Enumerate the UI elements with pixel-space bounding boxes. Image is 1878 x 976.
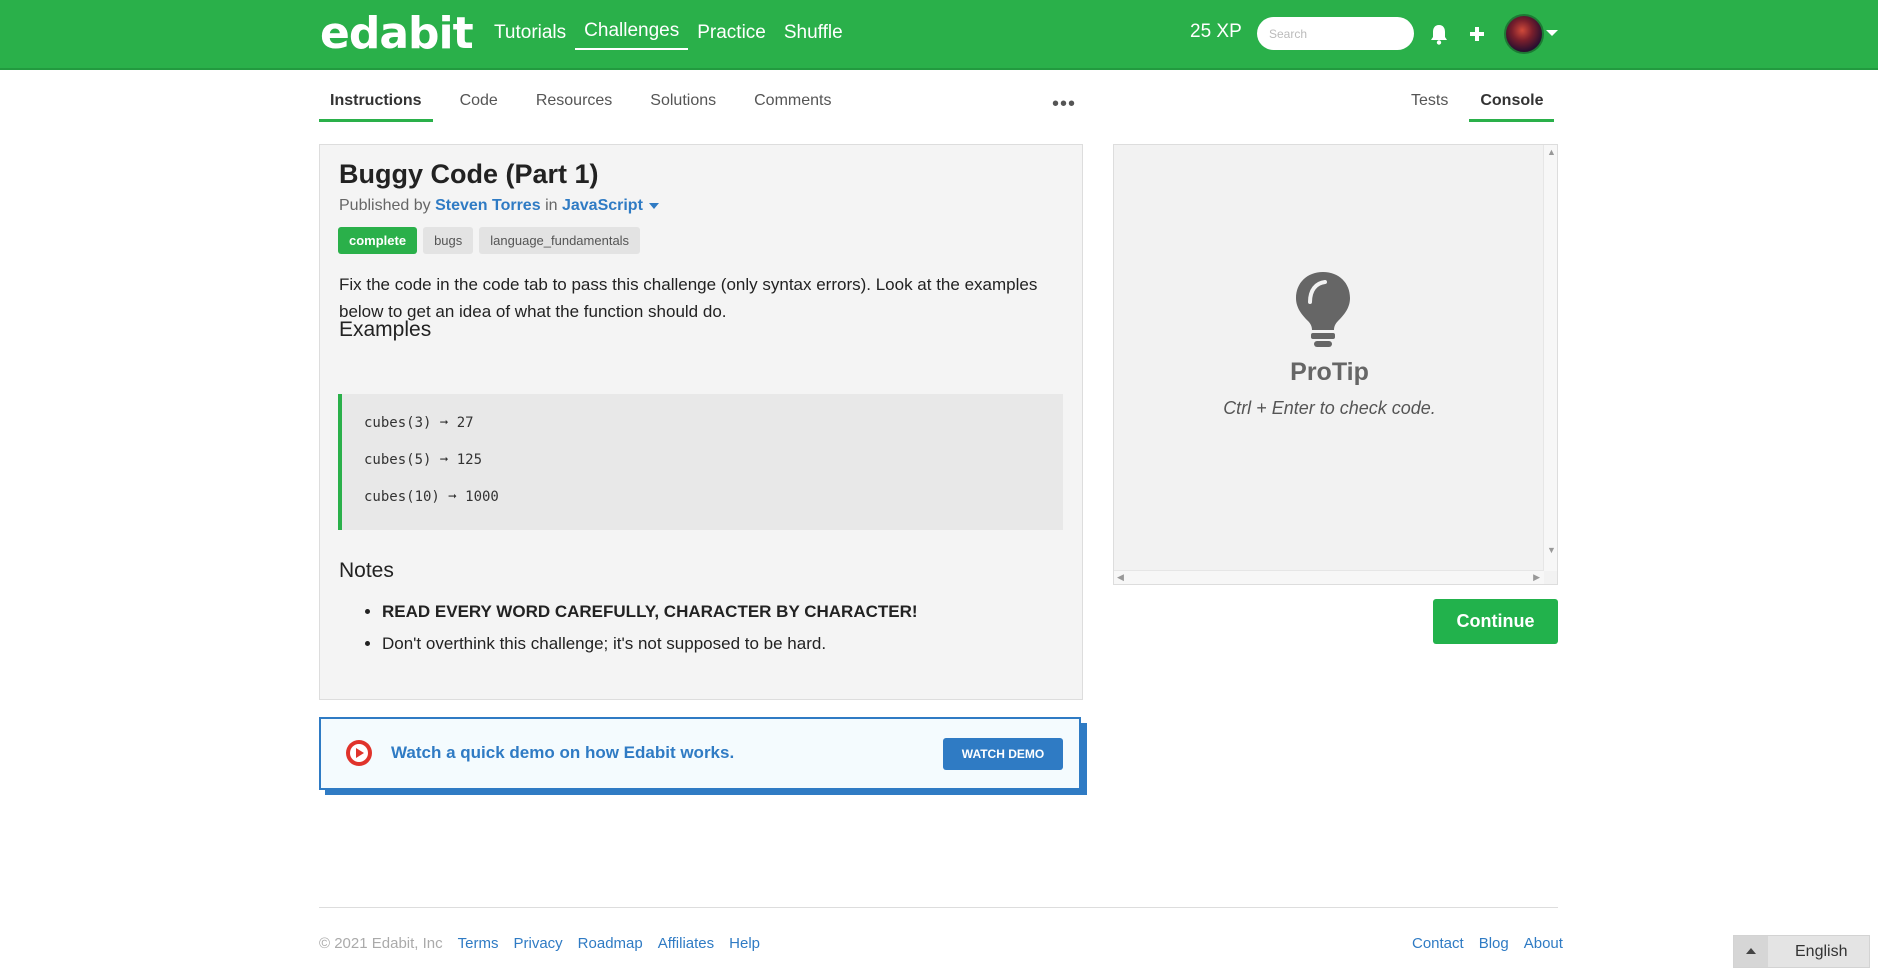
scroll-down-icon[interactable]: ▼	[1547, 545, 1556, 555]
tab-code[interactable]: Code	[449, 86, 509, 122]
published-by-label: Published by	[339, 197, 431, 214]
examples-code-block: cubes(3) ➞ 27 cubes(5) ➞ 125 cubes(10) ➞…	[338, 394, 1063, 530]
top-navbar: edabit Tutorials Challenges Practice Shu…	[0, 0, 1878, 70]
footer-link-terms[interactable]: Terms	[458, 935, 499, 952]
more-options-icon[interactable]: •••	[1052, 93, 1076, 116]
footer-left: © 2021 Edabit, Inc Terms Privacy Roadmap…	[319, 935, 775, 952]
notes-list: READ EVERY WORD CAREFULLY, CHARACTER BY …	[382, 602, 918, 666]
example-line: cubes(10) ➞ 1000	[364, 489, 499, 505]
console-panel: ▲ ▼ ◀ ▶ ProTip Ctrl + Enter to check cod…	[1113, 144, 1558, 585]
language-label: English	[1795, 943, 1848, 960]
chevron-down-icon[interactable]	[1546, 30, 1558, 36]
instructions-panel: Buggy Code (Part 1) Published by Steven …	[319, 144, 1083, 700]
tab-tests[interactable]: Tests	[1400, 86, 1459, 122]
publisher-line: Published by Steven Torres in JavaScript	[339, 197, 659, 215]
tab-solutions[interactable]: Solutions	[639, 86, 727, 122]
watch-demo-button[interactable]: WATCH DEMO	[943, 738, 1063, 770]
tag-language-fundamentals[interactable]: language_fundamentals	[479, 227, 641, 254]
footer-link-affiliates[interactable]: Affiliates	[658, 935, 714, 952]
language-link[interactable]: JavaScript	[562, 197, 643, 214]
examples-heading: Examples	[339, 318, 432, 341]
main-nav: Tutorials Challenges Practice Shuffle	[485, 0, 852, 70]
caret-down-icon[interactable]	[648, 202, 659, 209]
right-tabs: Tests Console	[1400, 86, 1564, 122]
nav-challenges[interactable]: Challenges	[575, 0, 689, 50]
language-selector[interactable]: English	[1733, 935, 1870, 968]
caret-up-icon[interactable]	[1734, 936, 1768, 967]
user-avatar[interactable]	[1504, 14, 1544, 54]
footer-link-help[interactable]: Help	[729, 935, 760, 952]
tag-complete[interactable]: complete	[338, 227, 418, 254]
note-item: READ EVERY WORD CAREFULLY, CHARACTER BY …	[382, 602, 918, 634]
scroll-left-icon[interactable]: ◀	[1117, 572, 1124, 583]
author-link[interactable]: Steven Torres	[435, 197, 541, 214]
challenge-title: Buggy Code (Part 1)	[339, 159, 599, 189]
left-tabs: Instructions Code Resources Solutions Co…	[319, 86, 858, 122]
nav-shuffle[interactable]: Shuffle	[775, 0, 852, 70]
edabit-logo[interactable]: edabit	[320, 8, 474, 59]
footer-link-contact[interactable]: Contact	[1412, 935, 1464, 952]
footer-link-roadmap[interactable]: Roadmap	[578, 935, 643, 952]
play-icon[interactable]	[345, 739, 373, 767]
challenge-description: Fix the code in the code tab to pass thi…	[339, 275, 1038, 321]
nav-practice[interactable]: Practice	[688, 0, 775, 70]
notes-heading: Notes	[339, 559, 394, 582]
tab-instructions[interactable]: Instructions	[319, 86, 433, 122]
xp-counter: 25 XP	[1190, 21, 1242, 42]
continue-button[interactable]: Continue	[1433, 599, 1558, 644]
example-line: cubes(3) ➞ 27	[364, 415, 474, 431]
scroll-up-icon[interactable]: ▲	[1547, 147, 1556, 157]
tab-resources[interactable]: Resources	[525, 86, 623, 122]
footer-link-privacy[interactable]: Privacy	[513, 935, 562, 952]
in-label: in	[545, 197, 558, 214]
footer-divider	[319, 907, 1558, 908]
demo-banner: Watch a quick demo on how Edabit works. …	[319, 717, 1081, 790]
lightbulb-icon	[1296, 272, 1350, 347]
tag-list: complete bugs language_fundamentals	[338, 227, 641, 254]
vertical-scrollbar[interactable]: ▲ ▼	[1543, 145, 1557, 571]
scroll-right-icon[interactable]: ▶	[1533, 572, 1540, 583]
demo-text[interactable]: Watch a quick demo on how Edabit works.	[391, 743, 734, 763]
footer-link-blog[interactable]: Blog	[1479, 935, 1509, 952]
bell-icon[interactable]	[1428, 22, 1450, 46]
horizontal-scrollbar[interactable]: ◀ ▶	[1114, 570, 1544, 584]
tab-console[interactable]: Console	[1469, 86, 1555, 122]
protip-title: ProTip	[1290, 358, 1369, 386]
note-item: Don't overthink this challenge; it's not…	[382, 634, 918, 666]
protip-text: Ctrl + Enter to check code.	[1223, 398, 1436, 418]
plus-icon[interactable]	[1466, 22, 1488, 46]
nav-tutorials[interactable]: Tutorials	[485, 0, 575, 70]
tab-comments[interactable]: Comments	[743, 86, 842, 122]
search-input[interactable]	[1257, 17, 1414, 50]
footer-right: Contact Blog About	[1397, 935, 1563, 952]
example-line: cubes(5) ➞ 125	[364, 452, 483, 468]
footer-link-about[interactable]: About	[1524, 935, 1563, 952]
copyright: © 2021 Edabit, Inc	[319, 935, 443, 952]
tag-bugs[interactable]: bugs	[423, 227, 474, 254]
